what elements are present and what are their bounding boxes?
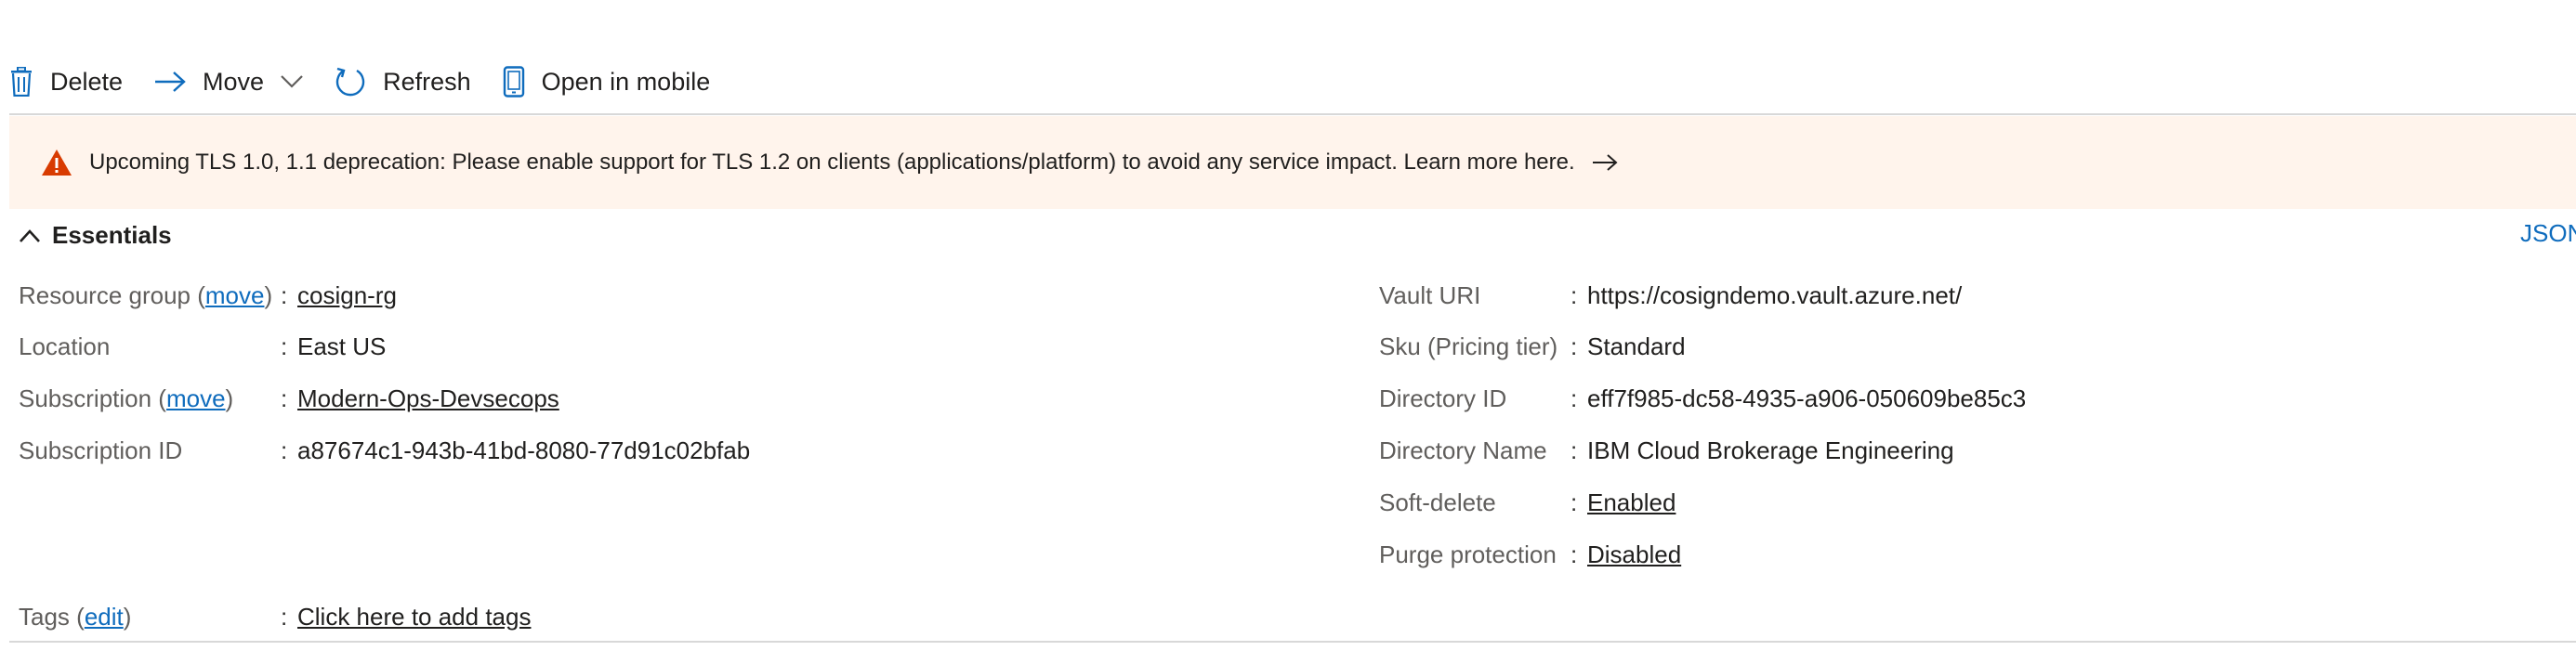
arrow-right-icon (154, 71, 186, 93)
directory-id-label: Directory ID (1379, 384, 1507, 412)
warning-icon (41, 149, 72, 176)
colon: : (1571, 488, 1578, 516)
colon: : (1571, 332, 1578, 360)
refresh-label: Refresh (383, 67, 471, 96)
json-view-link[interactable]: JSON (2520, 219, 2576, 248)
chevron-down-icon (281, 75, 303, 88)
purge-protection-value[interactable]: Disabled (1587, 540, 1681, 569)
tags-row: Tags (edit) : Click here to add tags (0, 600, 1301, 633)
colon: : (1571, 540, 1578, 568)
refresh-button[interactable]: Refresh (335, 66, 471, 98)
directory-name-value: IBM Cloud Brokerage Engineering (1587, 436, 1954, 464)
essentials-title: Essentials (52, 220, 172, 249)
soft-delete-row: Soft-delete : Enabled (0, 486, 2230, 519)
refresh-icon (335, 66, 366, 98)
banner-message: Upcoming TLS 1.0, 1.1 deprecation: Pleas… (89, 150, 1575, 175)
command-bar: Delete Move Refresh Open in mobile (9, 56, 710, 108)
colon: : (1571, 436, 1578, 464)
purge-protection-row: Purge protection : Disabled (0, 538, 2230, 571)
vault-uri-row: Vault URI : https://cosigndemo.vault.azu… (0, 279, 2230, 312)
directory-id-value: eff7f985-dc58-4935-a906-050609be85c3 (1587, 384, 2027, 412)
mobile-icon (503, 66, 525, 98)
tls-deprecation-banner[interactable]: Upcoming TLS 1.0, 1.1 deprecation: Pleas… (9, 116, 2576, 209)
essentials-divider (9, 641, 2576, 643)
arrow-right-icon (1592, 153, 1618, 172)
open-in-mobile-button[interactable]: Open in mobile (503, 66, 711, 98)
colon: : (1571, 280, 1578, 309)
trash-icon (9, 67, 33, 97)
sku-row: Sku (Pricing tier) : Standard (0, 330, 2230, 363)
toolbar-divider (9, 113, 2576, 115)
move-label: Move (203, 67, 265, 96)
soft-delete-label: Soft-delete (1379, 488, 1496, 516)
open-in-mobile-label: Open in mobile (541, 67, 711, 96)
delete-button[interactable]: Delete (9, 67, 123, 97)
add-tags-link[interactable]: Click here to add tags (297, 603, 531, 631)
directory-id-row: Directory ID : eff7f985-dc58-4935-a906-0… (0, 382, 2230, 415)
key-vault-overview: Delete Move Refresh Open in mobile Upcom… (0, 0, 2576, 651)
directory-name-row: Directory Name : IBM Cloud Brokerage Eng… (0, 434, 2230, 467)
move-button[interactable]: Move (154, 68, 303, 97)
chevron-up-icon (19, 221, 41, 250)
sku-label: Sku (Pricing tier) (1379, 332, 1558, 360)
tags-edit-link[interactable]: edit (85, 603, 124, 631)
tags-label: Tags (edit) (19, 602, 132, 631)
colon: : (281, 602, 288, 631)
delete-label: Delete (50, 67, 124, 96)
essentials-toggle[interactable]: Essentials (19, 219, 172, 251)
soft-delete-value[interactable]: Enabled (1587, 488, 1676, 517)
sku-value: Standard (1587, 332, 1686, 360)
purge-protection-label: Purge protection (1379, 540, 1557, 568)
colon: : (1571, 384, 1578, 412)
vault-uri-value: https://cosigndemo.vault.azure.net/ (1587, 280, 1963, 309)
directory-name-label: Directory Name (1379, 436, 1547, 464)
vault-uri-label: Vault URI (1379, 280, 1481, 309)
